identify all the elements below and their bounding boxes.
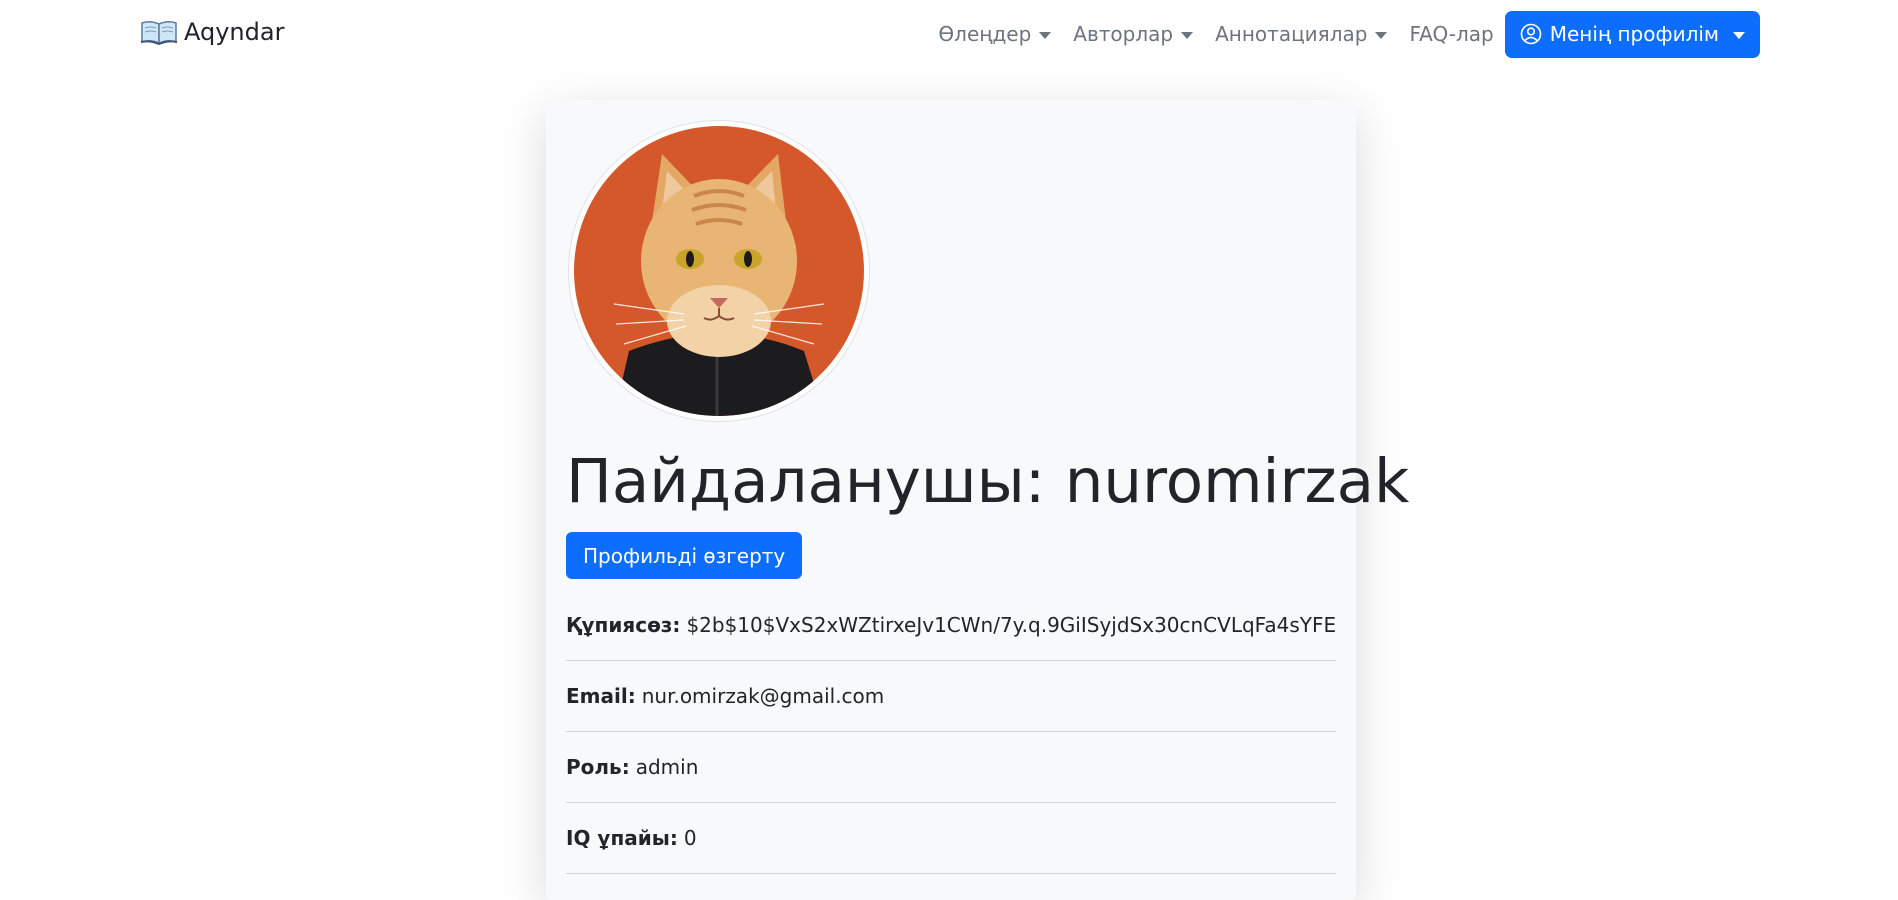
info-row-email: Email: nur.omirzak@gmail.com xyxy=(566,661,1336,732)
my-profile-label: Менің профилім xyxy=(1549,22,1719,46)
edit-profile-button[interactable]: Профильді өзгерту xyxy=(566,532,803,579)
nav-poems-label: Өлеңдер xyxy=(938,22,1032,46)
user-circle-icon xyxy=(1520,23,1542,45)
email-label: Email: xyxy=(566,684,636,708)
nav-links: Өлеңдер Авторлар Аннотациялар FAQ-лар Ме… xyxy=(927,10,1760,58)
role-label: Роль: xyxy=(566,755,630,779)
page-title: Пайдаланушы: nuromirzak xyxy=(566,446,1410,517)
my-profile-dropdown-button[interactable]: Менің профилім xyxy=(1504,10,1760,58)
info-row-iq-score: IQ ұпайы: 0 xyxy=(566,803,1336,874)
avatar xyxy=(568,120,870,422)
email-value: nur.omirzak@gmail.com xyxy=(641,684,885,708)
nav-annotations-dropdown[interactable]: Аннотациялар xyxy=(1204,10,1398,58)
profile-info-list: Құпиясөз: $2b$10$VxS2xWZtirxeJv1CWn/7y.q… xyxy=(566,590,1336,874)
nav-authors-label: Авторлар xyxy=(1073,22,1174,46)
role-value: admin xyxy=(635,755,699,779)
profile-card: Пайдаланушы: nuromirzak Профильді өзгерт… xyxy=(546,100,1409,900)
cat-avatar-image xyxy=(574,126,864,416)
nav-authors-dropdown[interactable]: Авторлар xyxy=(1062,10,1204,58)
nav-annotations-label: Аннотациялар xyxy=(1215,22,1368,46)
nav-poems-dropdown[interactable]: Өлеңдер xyxy=(927,10,1062,58)
caret-down-icon xyxy=(1181,31,1194,39)
nav-faq-label: FAQ-лар xyxy=(1409,22,1494,46)
nav-faq-link[interactable]: FAQ-лар xyxy=(1398,10,1504,58)
caret-down-icon xyxy=(1039,31,1052,39)
info-row-role: Роль: admin xyxy=(566,732,1336,803)
caret-down-icon xyxy=(1733,31,1745,39)
password-value: $2b$10$VxS2xWZtirxeJv1CWn/7y.q.9GiISyjdS… xyxy=(686,613,1336,637)
iq-score-label: IQ ұпайы: xyxy=(566,826,678,850)
caret-down-icon xyxy=(1375,31,1388,39)
iq-score-value: 0 xyxy=(683,826,697,850)
password-label: Құпиясөз: xyxy=(566,613,681,637)
brand-link[interactable]: Aqyndar xyxy=(140,18,284,46)
info-row-password: Құпиясөз: $2b$10$VxS2xWZtirxeJv1CWn/7y.q… xyxy=(566,590,1336,661)
top-navbar: Aqyndar Өлеңдер Авторлар Аннотациялар FA… xyxy=(0,0,1898,70)
open-book-icon xyxy=(140,19,178,46)
brand-name: Aqyndar xyxy=(184,18,285,46)
